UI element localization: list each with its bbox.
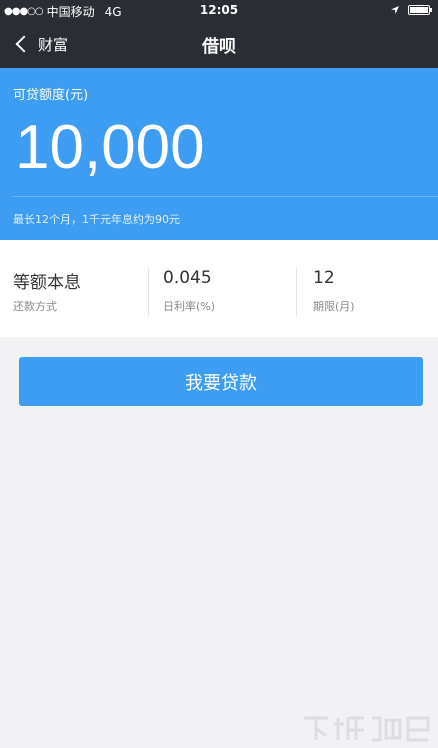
credit-limit-amount: 10,000 bbox=[15, 113, 205, 182]
column-divider bbox=[296, 268, 297, 316]
loan-terms-row: 等额本息 还款方式 0.045 日利率(%) 12 期限(月) bbox=[0, 240, 438, 337]
repayment-method-cell: 等额本息 还款方式 bbox=[13, 240, 143, 337]
daily-rate-label: 日利率(%) bbox=[163, 300, 216, 313]
term-label: 期限(月) bbox=[313, 300, 355, 313]
daily-rate-value: 0.045 bbox=[163, 268, 212, 288]
credit-limit-banner: 可贷额度(元) 10,000 最长12个月，1千元年息约为90元 bbox=[0, 68, 438, 240]
term-cell: 12 期限(月) bbox=[313, 240, 423, 337]
term-value: 12 bbox=[313, 268, 335, 288]
status-bar: ●●●○○ 中国移动 4G 12:05 bbox=[0, 0, 438, 22]
top-bar: ●●●○○ 中国移动 4G 12:05 财富 借呗 bbox=[0, 0, 438, 68]
watermark-logo-icon bbox=[304, 716, 430, 742]
location-arrow-icon bbox=[391, 6, 399, 14]
app-screen: ●●●○○ 中国移动 4G 12:05 财富 借呗 可贷额度(元) 10,000… bbox=[0, 0, 438, 748]
banner-divider bbox=[13, 196, 438, 197]
nav-bar: 财富 借呗 bbox=[0, 22, 438, 68]
daily-rate-cell: 0.045 日利率(%) bbox=[163, 240, 293, 337]
apply-loan-button[interactable]: 我要贷款 bbox=[19, 357, 423, 406]
status-right bbox=[390, 5, 432, 15]
status-time: 12:05 bbox=[199, 3, 239, 17]
column-divider bbox=[148, 268, 149, 316]
page-title: 借呗 bbox=[202, 37, 236, 57]
repayment-method-label: 还款方式 bbox=[13, 300, 57, 313]
credit-limit-label: 可贷额度(元) bbox=[13, 88, 89, 103]
battery-icon bbox=[408, 5, 432, 15]
repayment-method-value: 等额本息 bbox=[13, 273, 81, 293]
interest-note: 最长12个月，1千元年息约为90元 bbox=[13, 213, 180, 226]
